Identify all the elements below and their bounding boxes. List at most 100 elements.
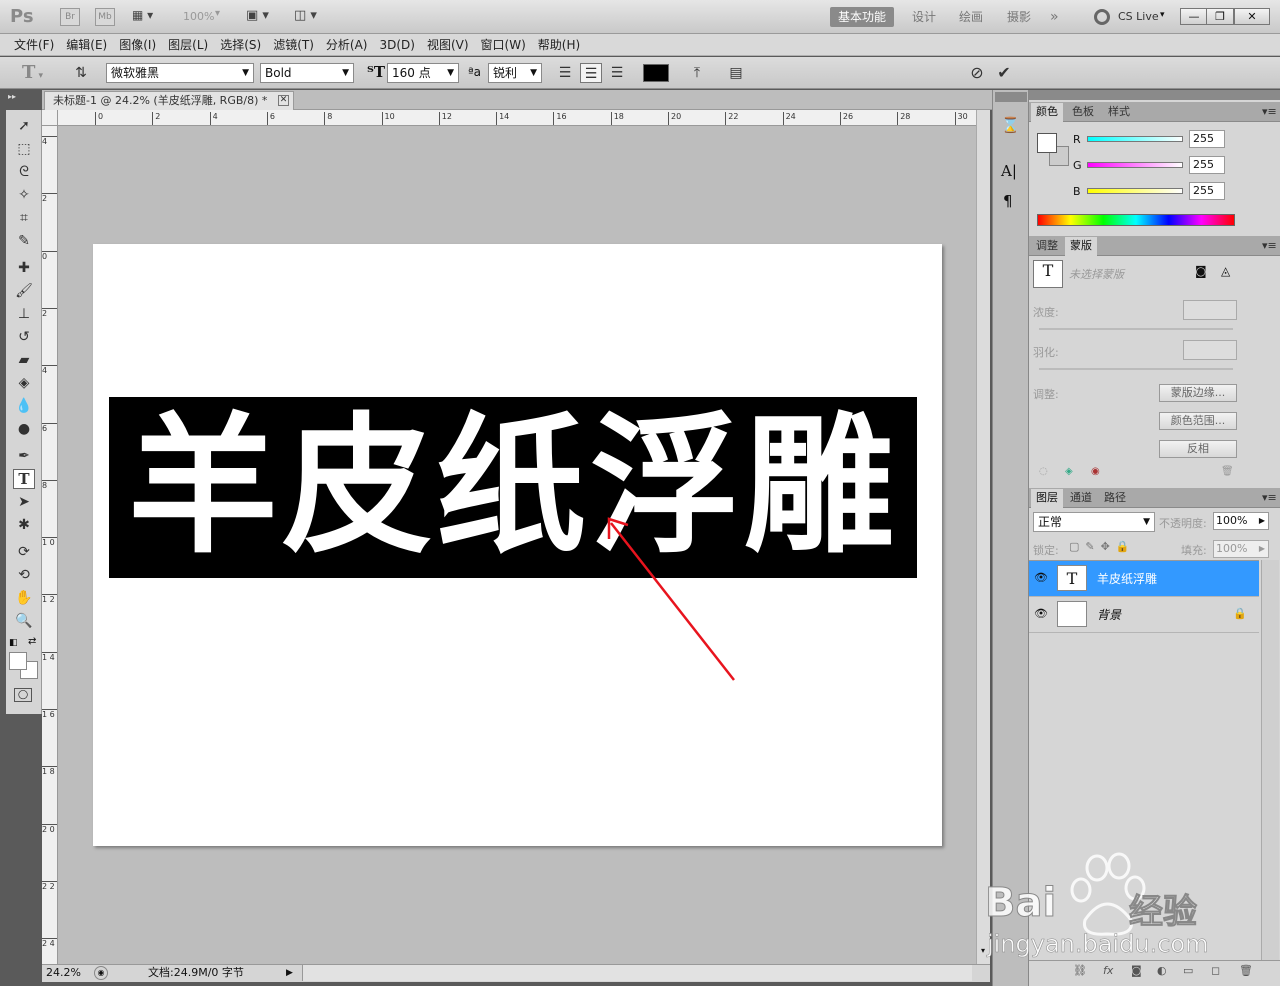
channel-r-value[interactable]: 255 xyxy=(1189,130,1225,148)
add-vector-mask-icon[interactable]: ◬ xyxy=(1221,264,1230,278)
align-center-icon[interactable]: ☰ xyxy=(580,63,602,83)
custom-shape-tool-icon[interactable]: ✱ xyxy=(13,515,35,535)
visibility-eye-icon[interactable]: 👁 xyxy=(1033,607,1049,621)
menu-file[interactable]: 文件(F) xyxy=(8,34,60,55)
delete-mask-icon[interactable]: 🗑 xyxy=(1221,466,1234,477)
tab-channels[interactable]: 通道 xyxy=(1065,489,1097,508)
panel-menu-icon[interactable]: ▾≡ xyxy=(1257,489,1280,508)
channel-b-value[interactable]: 255 xyxy=(1189,182,1225,200)
layers-scrollbar[interactable] xyxy=(1261,560,1279,960)
layer-row-background[interactable]: 👁 背景 🔒 xyxy=(1029,597,1259,633)
mask-edge-button[interactable]: 蒙版边缘... xyxy=(1159,384,1237,402)
tab-swatches[interactable]: 色板 xyxy=(1067,103,1099,122)
clone-stamp-tool-icon[interactable]: ⊥ xyxy=(13,304,35,324)
menu-3d[interactable]: 3D(D) xyxy=(373,34,420,55)
status-menu-icon[interactable]: ▶ xyxy=(286,965,293,981)
3d-orbit-tool-icon[interactable]: ⟲ xyxy=(13,565,35,585)
marquee-tool-icon[interactable]: ⬚ xyxy=(13,139,35,159)
density-field[interactable] xyxy=(1183,300,1237,320)
history-brush-tool-icon[interactable]: ↺ xyxy=(13,327,35,347)
status-info-icon[interactable]: ◉ xyxy=(94,966,108,980)
visibility-eye-icon[interactable]: 👁 xyxy=(1033,571,1049,585)
document-tab[interactable]: 未标题-1 @ 24.2% (羊皮纸浮雕, RGB/8) * ✕ xyxy=(44,91,294,110)
text-orientation-icon[interactable]: ⇅ xyxy=(70,63,92,83)
zoom-level[interactable]: 100% xyxy=(183,10,214,23)
commit-edits-icon[interactable]: ✔ xyxy=(993,63,1015,83)
default-colors-icon[interactable]: ◧ xyxy=(9,638,18,648)
menu-filter[interactable]: 滤镜(T) xyxy=(267,34,320,55)
menu-select[interactable]: 选择(S) xyxy=(214,34,267,55)
hand-tool-icon[interactable]: ✋ xyxy=(13,588,35,608)
layer-row-text[interactable]: 👁 T 羊皮纸浮雕 xyxy=(1029,561,1259,597)
tab-layers[interactable]: 图层 xyxy=(1031,489,1063,508)
antialias-select[interactable]: 锐利 ▼ xyxy=(488,63,542,83)
layer-name[interactable]: 羊皮纸浮雕 xyxy=(1097,561,1157,597)
apply-mask-icon[interactable]: ◈ xyxy=(1065,466,1073,477)
warp-text-icon[interactable]: ⤒ xyxy=(686,63,708,83)
tab-paths[interactable]: 路径 xyxy=(1099,489,1131,508)
channel-g-value[interactable]: 255 xyxy=(1189,156,1225,174)
menu-help[interactable]: 帮助(H) xyxy=(532,34,586,55)
zoom-dropdown-icon[interactable]: ▾ xyxy=(215,8,220,19)
feather-slider[interactable] xyxy=(1039,368,1233,370)
collapse-toolbar-icon[interactable]: ▸▸ xyxy=(8,92,16,101)
vertical-scrollbar[interactable] xyxy=(976,110,990,964)
quick-selection-tool-icon[interactable]: ✧ xyxy=(13,185,35,205)
menu-view[interactable]: 视图(V) xyxy=(421,34,475,55)
menu-analysis[interactable]: 分析(A) xyxy=(320,34,374,55)
bridge-button[interactable]: Br xyxy=(60,8,80,26)
history-panel-icon[interactable]: ⌛ xyxy=(1001,116,1020,134)
cancel-edits-icon[interactable]: ⊘ xyxy=(966,63,988,83)
swap-colors-icon[interactable]: ⇄ xyxy=(28,636,36,647)
menu-window[interactable]: 窗口(W) xyxy=(475,34,532,55)
foreground-color-swatch[interactable] xyxy=(9,652,27,670)
paragraph-panel-icon[interactable]: ¶ xyxy=(1003,192,1013,210)
tab-styles[interactable]: 样式 xyxy=(1103,103,1135,122)
restore-button[interactable]: ❐ xyxy=(1206,8,1234,25)
menu-image[interactable]: 图像(I) xyxy=(113,34,162,55)
text-layer-content[interactable]: 羊皮纸浮雕 xyxy=(109,397,917,578)
workspace-essentials[interactable]: 基本功能 xyxy=(830,7,895,27)
color-foreground-swatch[interactable] xyxy=(1037,133,1057,153)
opacity-field[interactable]: 100% ▶ xyxy=(1213,512,1269,530)
color-range-button[interactable]: 颜色范围... xyxy=(1159,412,1237,430)
crop-tool-icon[interactable]: ⌗ xyxy=(13,208,35,228)
more-workspaces-icon[interactable]: » xyxy=(1042,7,1067,27)
minimize-button[interactable]: — xyxy=(1180,8,1208,25)
type-tool-icon[interactable]: T xyxy=(13,469,35,489)
status-zoom[interactable]: 24.2% xyxy=(46,965,81,981)
view-extras-icon[interactable]: ▦ ▾ xyxy=(132,8,164,26)
fill-field[interactable]: 100% ▶ xyxy=(1213,540,1269,558)
workspace-design[interactable]: 设计 xyxy=(904,7,944,27)
lasso-tool-icon[interactable]: ᘓ xyxy=(13,162,35,182)
panel-menu-icon[interactable]: ▾≡ xyxy=(1257,103,1280,122)
healing-brush-tool-icon[interactable]: ✚ xyxy=(13,258,35,278)
close-tab-icon[interactable]: ✕ xyxy=(278,95,289,106)
text-color-swatch[interactable] xyxy=(643,64,669,82)
align-left-icon[interactable]: ☰ xyxy=(554,63,576,83)
paint-bucket-tool-icon[interactable]: ◈ xyxy=(13,373,35,393)
panel-menu-icon[interactable]: ▾≡ xyxy=(1257,237,1280,256)
cs-live-dropdown-icon[interactable]: ▾ xyxy=(1160,10,1165,20)
ruler-origin[interactable] xyxy=(42,110,58,126)
screen-mode-icon[interactable]: ◫ ▾ xyxy=(294,8,317,23)
character-panel-icon[interactable]: ▤ xyxy=(725,63,747,83)
align-right-icon[interactable]: ☰ xyxy=(606,63,628,83)
menu-layer[interactable]: 图层(L) xyxy=(162,34,214,55)
density-slider[interactable] xyxy=(1039,328,1233,330)
feather-field[interactable] xyxy=(1183,340,1237,360)
cs-live-icon[interactable] xyxy=(1094,9,1110,25)
blur-tool-icon[interactable]: 💧 xyxy=(13,396,35,416)
workspace-painting[interactable]: 绘画 xyxy=(951,7,991,27)
invert-button[interactable]: 反相 xyxy=(1159,440,1237,458)
lock-options-icon[interactable]: ▢✎✥🔒 xyxy=(1069,540,1136,553)
delete-layer-icon[interactable]: 🗑 xyxy=(1239,964,1253,977)
disable-mask-icon[interactable]: ◉ xyxy=(1091,466,1100,477)
font-size-select[interactable]: 160 点 ▼ xyxy=(387,63,459,83)
type-tool-preset-icon[interactable]: T ▾ xyxy=(22,62,43,83)
brush-tool-icon[interactable]: 🖌 xyxy=(13,281,35,301)
cs-live-label[interactable]: CS Live xyxy=(1118,10,1159,23)
eraser-tool-icon[interactable]: ▰ xyxy=(13,350,35,370)
channel-b-slider[interactable] xyxy=(1087,188,1183,194)
mini-bridge-button[interactable]: Mb xyxy=(95,8,115,26)
